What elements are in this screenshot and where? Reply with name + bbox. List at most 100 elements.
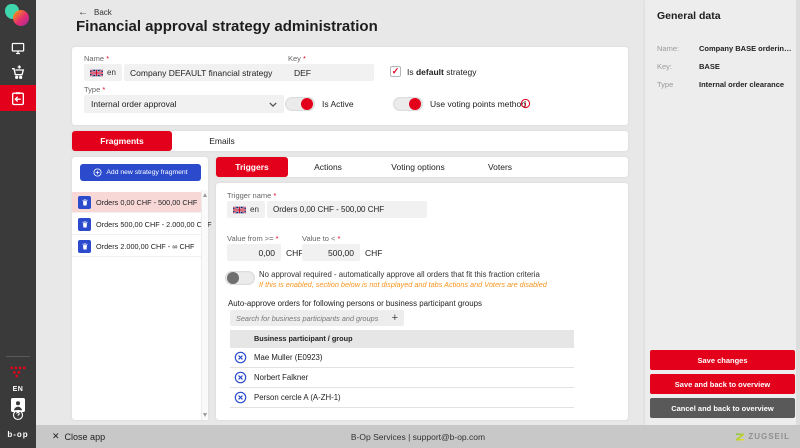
tab-actions[interactable]: Actions: [288, 157, 368, 177]
fragments-scrollbar[interactable]: [201, 190, 208, 420]
chevron-down-icon: [269, 102, 277, 107]
fragment-label: Orders 500,00 CHF - 2.000,00 CHF: [96, 220, 212, 229]
trigger-tabbar: Triggers Actions Voting options Voters: [216, 157, 628, 177]
uk-flag-icon: [233, 206, 246, 214]
default-strategy-checkbox-row[interactable]: ✓ Is default strategy: [390, 66, 476, 77]
value-to-currency: CHF: [365, 248, 382, 258]
is-active-label: Is Active: [322, 99, 354, 109]
participants-table: Business participant / group Mae Muller …: [230, 330, 574, 408]
app-sidebar: EN b-op: [0, 0, 36, 448]
scroll-up-arrow[interactable]: [203, 193, 207, 197]
language-label: EN: [13, 386, 24, 393]
tab-triggers[interactable]: Triggers: [216, 157, 288, 177]
sidebar-item-approval[interactable]: [0, 85, 36, 111]
main-tabbar: Fragments Emails: [72, 131, 628, 151]
no-approval-toggle[interactable]: [225, 271, 255, 285]
trigger-name-input[interactable]: [267, 201, 427, 218]
default-strategy-checkbox[interactable]: ✓: [390, 66, 401, 77]
type-select-value: Internal order approval: [91, 99, 177, 109]
required-asterisk: *: [106, 54, 109, 63]
bop-logo: b-op: [0, 430, 36, 439]
general-data-title: General data: [657, 10, 721, 22]
required-asterisk: *: [303, 54, 306, 63]
save-and-back-button[interactable]: Save and back to overview: [650, 374, 795, 394]
sidebar-item-network[interactable]: [0, 363, 36, 379]
sidebar-item-shop[interactable]: [0, 62, 36, 82]
back-button[interactable]: ← Back: [78, 7, 112, 18]
dots-logo-icon: [9, 365, 27, 378]
voting-points-toggle[interactable]: [393, 97, 423, 111]
close-app-button[interactable]: ✕ Close app: [52, 431, 105, 442]
remove-circle-icon[interactable]: [234, 351, 247, 364]
tab-voting-options[interactable]: Voting options: [368, 157, 468, 177]
footer-brand: ZUGSEIL: [735, 432, 790, 442]
fragment-list-item[interactable]: Orders 500,00 CHF - 2.000,00 CHF: [72, 214, 201, 235]
toggle-knob: [409, 98, 421, 110]
gd-type-label: Type: [657, 80, 673, 89]
name-language-chip[interactable]: en: [84, 64, 122, 81]
participant-search: +: [230, 310, 404, 326]
tab-emails[interactable]: Emails: [172, 131, 272, 151]
remove-circle-icon[interactable]: [234, 371, 247, 384]
tab-fragments[interactable]: Fragments: [72, 131, 172, 151]
monitor-icon: [10, 41, 26, 56]
gd-key-value: BASE: [699, 62, 795, 71]
participant-row: Mae Muller (E0923): [230, 348, 574, 368]
participant-name: Mae Muller (E0923): [254, 353, 322, 362]
footer-support-text: B-Op Services | support@b-op.com: [351, 432, 485, 442]
trash-icon[interactable]: [78, 196, 91, 209]
cancel-and-back-button[interactable]: Cancel and back to overview: [650, 398, 795, 418]
fragment-label: Orders 2.000,00 CHF - ∞ CHF: [96, 242, 194, 251]
trash-icon[interactable]: [78, 240, 91, 253]
zugseil-z-icon: [735, 432, 745, 442]
strategy-key-input[interactable]: [288, 64, 374, 81]
value-from-currency: CHF: [286, 248, 303, 258]
scroll-down-arrow[interactable]: [203, 413, 207, 417]
add-fragment-button[interactable]: Add new strategy fragment: [80, 164, 201, 181]
trash-icon[interactable]: [78, 218, 91, 231]
trigger-card: Trigger name * en Value from >= * CHF Va…: [216, 183, 628, 420]
sidebar-item-dashboard[interactable]: [0, 38, 36, 58]
general-data-panel: General data Name: Company BASE ordering…: [645, 0, 800, 425]
info-icon[interactable]: [520, 98, 531, 109]
no-approval-label: No approval required - automatically app…: [259, 270, 619, 279]
app-logo[interactable]: [5, 4, 31, 30]
footer-bar: ✕ Close app B-Op Services | support@b-op…: [36, 425, 800, 448]
trigger-language-chip[interactable]: en: [227, 201, 265, 218]
logo-gradient-blob: [13, 10, 29, 26]
main-area: ← Back Financial approval strategy admin…: [36, 0, 645, 425]
required-asterisk: *: [276, 234, 279, 243]
plus-circle-icon: [93, 168, 102, 177]
sidebar-divider: [6, 356, 30, 357]
uk-flag-icon: [90, 69, 103, 77]
is-active-toggle[interactable]: [285, 97, 315, 111]
fragment-list-item[interactable]: Orders 2.000,00 CHF - ∞ CHF: [72, 236, 201, 257]
type-select[interactable]: Internal order approval: [84, 95, 284, 113]
key-label: Key *: [288, 54, 306, 63]
close-icon: ✕: [52, 431, 60, 442]
save-changes-button[interactable]: Save changes: [650, 350, 795, 370]
remove-circle-icon[interactable]: [234, 391, 247, 404]
cart-icon: [10, 64, 26, 80]
add-participant-button[interactable]: +: [392, 310, 398, 326]
name-label: Name *: [84, 54, 109, 63]
value-to-input[interactable]: [302, 244, 360, 261]
participant-name: Norbert Falkner: [254, 373, 308, 382]
no-approval-note: If this is enabled, section below is not…: [259, 280, 547, 289]
fragment-list-item[interactable]: Orders 0,00 CHF - 500,00 CHF: [72, 192, 201, 213]
participant-search-input[interactable]: [236, 314, 392, 323]
sidebar-item-help[interactable]: [0, 407, 36, 423]
strategy-form-card: Name * en Key * ✓ Is default strategy Ty…: [72, 47, 628, 125]
language-switcher[interactable]: EN: [0, 383, 36, 395]
value-from-input[interactable]: [227, 244, 281, 261]
help-icon: [12, 409, 24, 421]
gd-key-label: Key:: [657, 62, 672, 71]
back-label: Back: [94, 8, 112, 17]
add-fragment-label: Add new strategy fragment: [106, 169, 187, 176]
value-to-label: Value to < *: [302, 234, 340, 243]
tab-voters[interactable]: Voters: [468, 157, 532, 177]
back-arrow-icon: ←: [78, 7, 88, 18]
default-strategy-label: Is default strategy: [407, 67, 476, 77]
page-title: Financial approval strategy administrati…: [76, 18, 378, 35]
window-scrollbar[interactable]: [796, 0, 800, 425]
